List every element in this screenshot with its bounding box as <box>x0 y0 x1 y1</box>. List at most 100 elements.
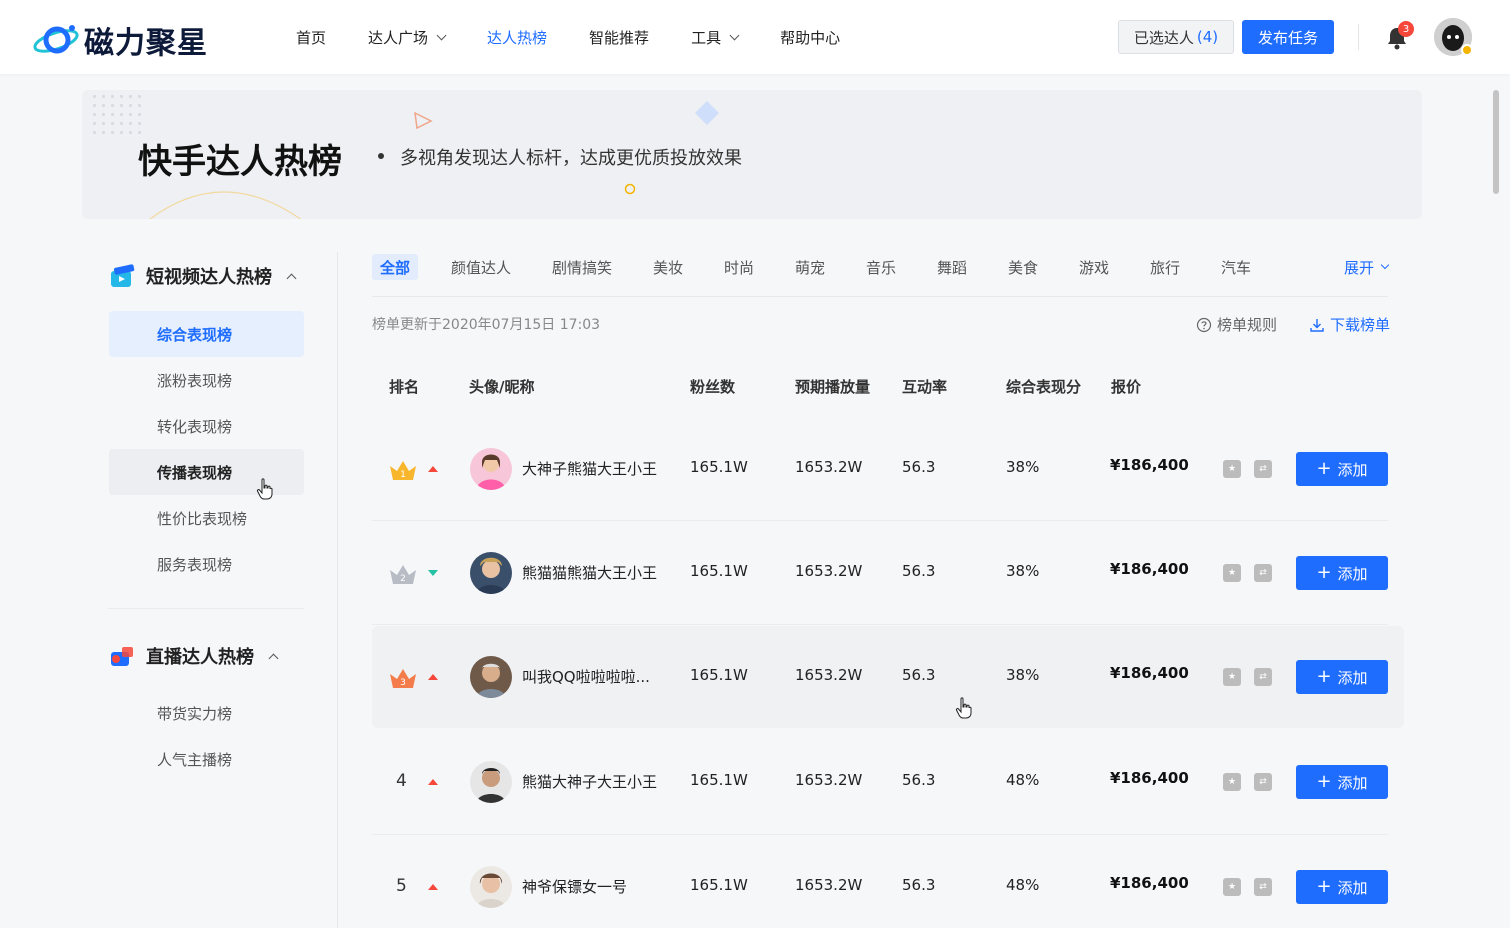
live-ranking-icon <box>108 642 136 670</box>
nav-item-help-center[interactable]: 帮助中心 <box>780 26 840 48</box>
sidebar-item-spread[interactable]: 传播表现榜 <box>109 449 304 495</box>
chevron-down-icon <box>1380 260 1390 270</box>
nav-label: 工具 <box>691 28 722 47</box>
plus-icon: + <box>1316 666 1332 687</box>
gold-crown-icon: 1 <box>388 458 418 482</box>
tab-comedy[interactable]: 剧情搞笑 <box>552 254 612 280</box>
ranking-rules-link[interactable]: 榜单规则 <box>1196 314 1277 335</box>
table-row[interactable]: 2 熊猫猫熊猫大王小王 165.1W 1653.2W 56.3 38% ¥186… <box>372 522 1404 624</box>
tab-fashion[interactable]: 时尚 <box>724 254 754 280</box>
nickname[interactable]: 大神子熊猫大王小王 <box>522 458 657 479</box>
tab-pets[interactable]: 萌宠 <box>795 254 825 280</box>
logo-text: 磁力聚星 <box>84 26 208 61</box>
column-header-plays: 预期播放量 <box>795 378 871 396</box>
table-row[interactable]: 4 熊猫大神子大王小王 165.1W 1653.2W 56.3 48% ¥186… <box>372 731 1404 833</box>
nickname[interactable]: 叫我QQ啦啦啦啦... <box>522 666 650 687</box>
sidebar-item-popularity[interactable]: 人气主播榜 <box>109 736 304 782</box>
sidebar-item-sales-power[interactable]: 带货实力榜 <box>109 690 304 736</box>
compare-icon[interactable]: ⇄ <box>1254 773 1272 791</box>
nickname[interactable]: 熊猫猫熊猫大王小王 <box>522 562 657 583</box>
video-ranking-icon <box>108 262 136 290</box>
add-talent-button[interactable]: + 添加 <box>1296 660 1388 694</box>
tab-music[interactable]: 音乐 <box>866 254 896 280</box>
tab-makeup[interactable]: 美妆 <box>653 254 683 280</box>
star-favorite-icon[interactable]: ★ <box>1223 878 1241 896</box>
download-ranking-link[interactable]: 下载榜单 <box>1309 314 1390 335</box>
nav-item-home[interactable]: 首页 <box>296 26 326 48</box>
price: ¥186,400 <box>1110 456 1189 474</box>
avatar[interactable] <box>470 866 512 908</box>
compare-icon[interactable]: ⇄ <box>1254 460 1272 478</box>
chevron-down-icon <box>729 30 740 40</box>
table-row[interactable]: 1 大神子熊猫大王小王 165.1W 1653.2W 56.3 38% ¥186… <box>372 418 1404 520</box>
tab-cars[interactable]: 汽车 <box>1221 254 1251 280</box>
overall-score: 48% <box>1006 771 1040 789</box>
expected-plays: 1653.2W <box>795 876 863 894</box>
tab-beauty-looks[interactable]: 颜值达人 <box>451 254 511 280</box>
nav-item-tools[interactable]: 工具 <box>691 26 740 48</box>
hero-banner: 快手达人热榜 多视角发现达人标杆，达成更优质投放效果 <box>82 90 1422 219</box>
column-header-score: 综合表现分 <box>1006 378 1082 396</box>
fans-count: 165.1W <box>690 666 748 684</box>
tab-games[interactable]: 游戏 <box>1079 254 1109 280</box>
sidebar-item-fans-growth[interactable]: 涨粉表现榜 <box>109 357 304 403</box>
avatar[interactable] <box>470 656 512 698</box>
star-favorite-icon[interactable]: ★ <box>1223 564 1241 582</box>
tab-dance[interactable]: 舞蹈 <box>937 254 967 280</box>
logo-planet-icon <box>32 20 80 60</box>
tabs-divider <box>372 296 1388 297</box>
download-icon <box>1310 318 1324 332</box>
nav-label: 达人热榜 <box>487 28 548 47</box>
nav-item-talent-square[interactable]: 达人广场 <box>368 26 447 48</box>
star-favorite-icon[interactable]: ★ <box>1223 773 1241 791</box>
column-header-interaction: 互动率 <box>902 378 948 396</box>
expand-tabs-button[interactable]: 展开 <box>1344 254 1390 280</box>
star-favorite-icon[interactable]: ★ <box>1223 460 1241 478</box>
add-talent-button[interactable]: + 添加 <box>1296 765 1388 799</box>
nav-item-smart-recommend[interactable]: 智能推荐 <box>589 26 649 48</box>
add-label: 添加 <box>1337 668 1368 687</box>
add-talent-button[interactable]: + 添加 <box>1296 556 1388 590</box>
update-timestamp: 榜单更新于2020年07月15日 17:03 <box>372 317 601 333</box>
add-talent-button[interactable]: + 添加 <box>1296 452 1388 486</box>
sidebar-item-conversion[interactable]: 转化表现榜 <box>109 403 304 449</box>
sidebar-item-cost-performance[interactable]: 性价比表现榜 <box>109 495 304 541</box>
sidebar-item-service[interactable]: 服务表现榜 <box>109 541 304 587</box>
nickname[interactable]: 神爷保镖女一号 <box>522 876 627 897</box>
svg-text:3: 3 <box>400 678 406 688</box>
hand-cursor-icon <box>256 478 273 500</box>
price: ¥186,400 <box>1110 664 1189 682</box>
nav-label: 达人广场 <box>368 28 429 47</box>
sidebar-group-label: 直播达人热榜 <box>146 647 254 668</box>
bullet-dot <box>378 153 384 159</box>
sidebar-group-live[interactable]: 直播达人热榜 <box>108 642 279 670</box>
nickname[interactable]: 熊猫大神子大王小王 <box>522 771 657 792</box>
table-row[interactable]: 3 叫我QQ啦啦啦啦... 165.1W 1653.2W 56.3 38% ¥1… <box>372 626 1404 728</box>
logo[interactable]: 磁力聚星 <box>32 18 208 62</box>
svg-text:1: 1 <box>400 470 406 480</box>
divider <box>1358 24 1359 50</box>
interaction-rate: 56.3 <box>902 562 936 580</box>
publish-task-button[interactable]: 发布任务 <box>1242 20 1334 54</box>
compare-icon[interactable]: ⇄ <box>1254 564 1272 582</box>
compare-icon[interactable]: ⇄ <box>1254 668 1272 686</box>
compare-icon[interactable]: ⇄ <box>1254 878 1272 896</box>
page-title: 快手达人热榜 <box>138 142 342 182</box>
table-row[interactable]: 5 神爷保镖女一号 165.1W 1653.2W 56.3 48% ¥186,4… <box>372 836 1404 928</box>
sidebar-item-overall[interactable]: 综合表现榜 <box>109 311 304 357</box>
interaction-rate: 56.3 <box>902 771 936 789</box>
avatar[interactable] <box>470 448 512 490</box>
rules-label: 榜单规则 <box>1217 316 1278 334</box>
star-favorite-icon[interactable]: ★ <box>1223 668 1241 686</box>
nav-item-hot-ranking[interactable]: 达人热榜 <box>487 26 547 48</box>
selected-talents-button[interactable]: 已选达人 (4) <box>1118 20 1234 54</box>
vertical-scrollbar[interactable] <box>1493 90 1499 194</box>
add-talent-button[interactable]: + 添加 <box>1296 870 1388 904</box>
column-header-fans: 粉丝数 <box>690 378 736 396</box>
tab-travel[interactable]: 旅行 <box>1150 254 1180 280</box>
tab-all[interactable]: 全部 <box>372 254 419 280</box>
sidebar-group-short-video[interactable]: 短视频达人热榜 <box>108 262 297 290</box>
avatar[interactable] <box>470 761 512 803</box>
avatar[interactable] <box>470 552 512 594</box>
tab-food[interactable]: 美食 <box>1008 254 1038 280</box>
